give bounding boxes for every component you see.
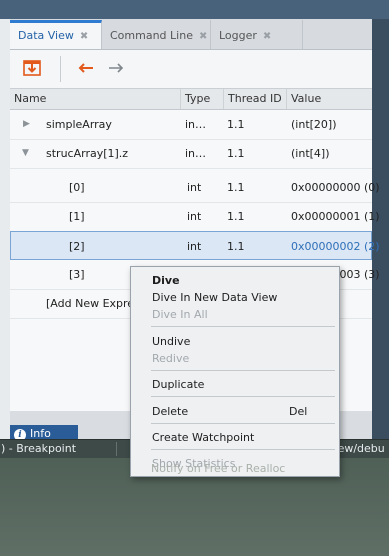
menu-item-redive: Redive	[152, 352, 190, 365]
menu-item-dive[interactable]: Dive	[152, 274, 180, 287]
collapse-triangle-icon[interactable]: ▼	[22, 139, 29, 168]
menu-item-create-watchpoint[interactable]: Create Watchpoint	[152, 431, 254, 444]
menu-item-delete[interactable]: Delete	[152, 405, 188, 418]
back-arrow-icon[interactable]	[76, 58, 96, 78]
tab-logger[interactable]: Logger ✖	[211, 20, 303, 49]
menu-separator	[151, 423, 335, 424]
table-row-selected[interactable]: [2] int 1.1 0x00000002 (2)	[10, 231, 380, 260]
context-menu: Dive Dive In New Data View Dive In All U…	[130, 266, 340, 477]
table-row[interactable]: [0] int 1.1 0x00000000 (0)	[10, 173, 380, 203]
column-header-type[interactable]: Type	[181, 89, 224, 109]
menu-item-duplicate[interactable]: Duplicate	[152, 378, 204, 391]
table-row[interactable]: ▼ strucArray[1].z in… 1.1 (int[4])	[10, 139, 372, 169]
close-icon[interactable]: ✖	[199, 31, 207, 42]
toolbar-separator	[60, 56, 61, 82]
close-icon[interactable]: ✖	[80, 31, 88, 42]
menu-separator	[151, 326, 335, 327]
tab-data-view[interactable]: Data View ✖	[10, 20, 102, 49]
table-header: Name Type Thread ID Value	[10, 89, 372, 110]
menu-item-dive-in-all: Dive In All	[152, 308, 208, 321]
download-icon[interactable]	[22, 58, 42, 78]
column-header-thread-id[interactable]: Thread ID	[224, 89, 287, 109]
menu-item-undive[interactable]: Undive	[152, 335, 190, 348]
toolbar	[10, 50, 372, 89]
close-icon[interactable]: ✖	[263, 31, 271, 42]
menu-item-dive-new-data-view[interactable]: Dive In New Data View	[152, 291, 277, 304]
forward-arrow-icon[interactable]	[106, 58, 126, 78]
menu-separator	[151, 396, 335, 397]
menu-separator	[151, 370, 335, 371]
table-row[interactable]: ▶ simpleArray in… 1.1 (int[20])	[10, 110, 372, 140]
column-header-value[interactable]: Value	[287, 89, 372, 109]
menu-separator	[151, 449, 335, 450]
menu-item-notify-free-realloc: Notify on Free or Realloc	[151, 462, 286, 475]
status-breakpoint-text: ) - Breakpoint	[1, 442, 77, 455]
status-separator	[116, 442, 117, 456]
tab-command-line[interactable]: Command Line ✖	[102, 20, 211, 49]
table-row[interactable]: [1] int 1.1 0x00000001 (1)	[10, 202, 380, 232]
tab-bar: Data View ✖ Command Line ✖ Logger ✖	[10, 19, 372, 50]
menu-shortcut-del: Del	[289, 405, 308, 418]
window-top-strip	[0, 0, 389, 19]
expand-triangle-icon[interactable]: ▶	[23, 110, 30, 139]
column-header-name[interactable]: Name	[10, 89, 181, 109]
